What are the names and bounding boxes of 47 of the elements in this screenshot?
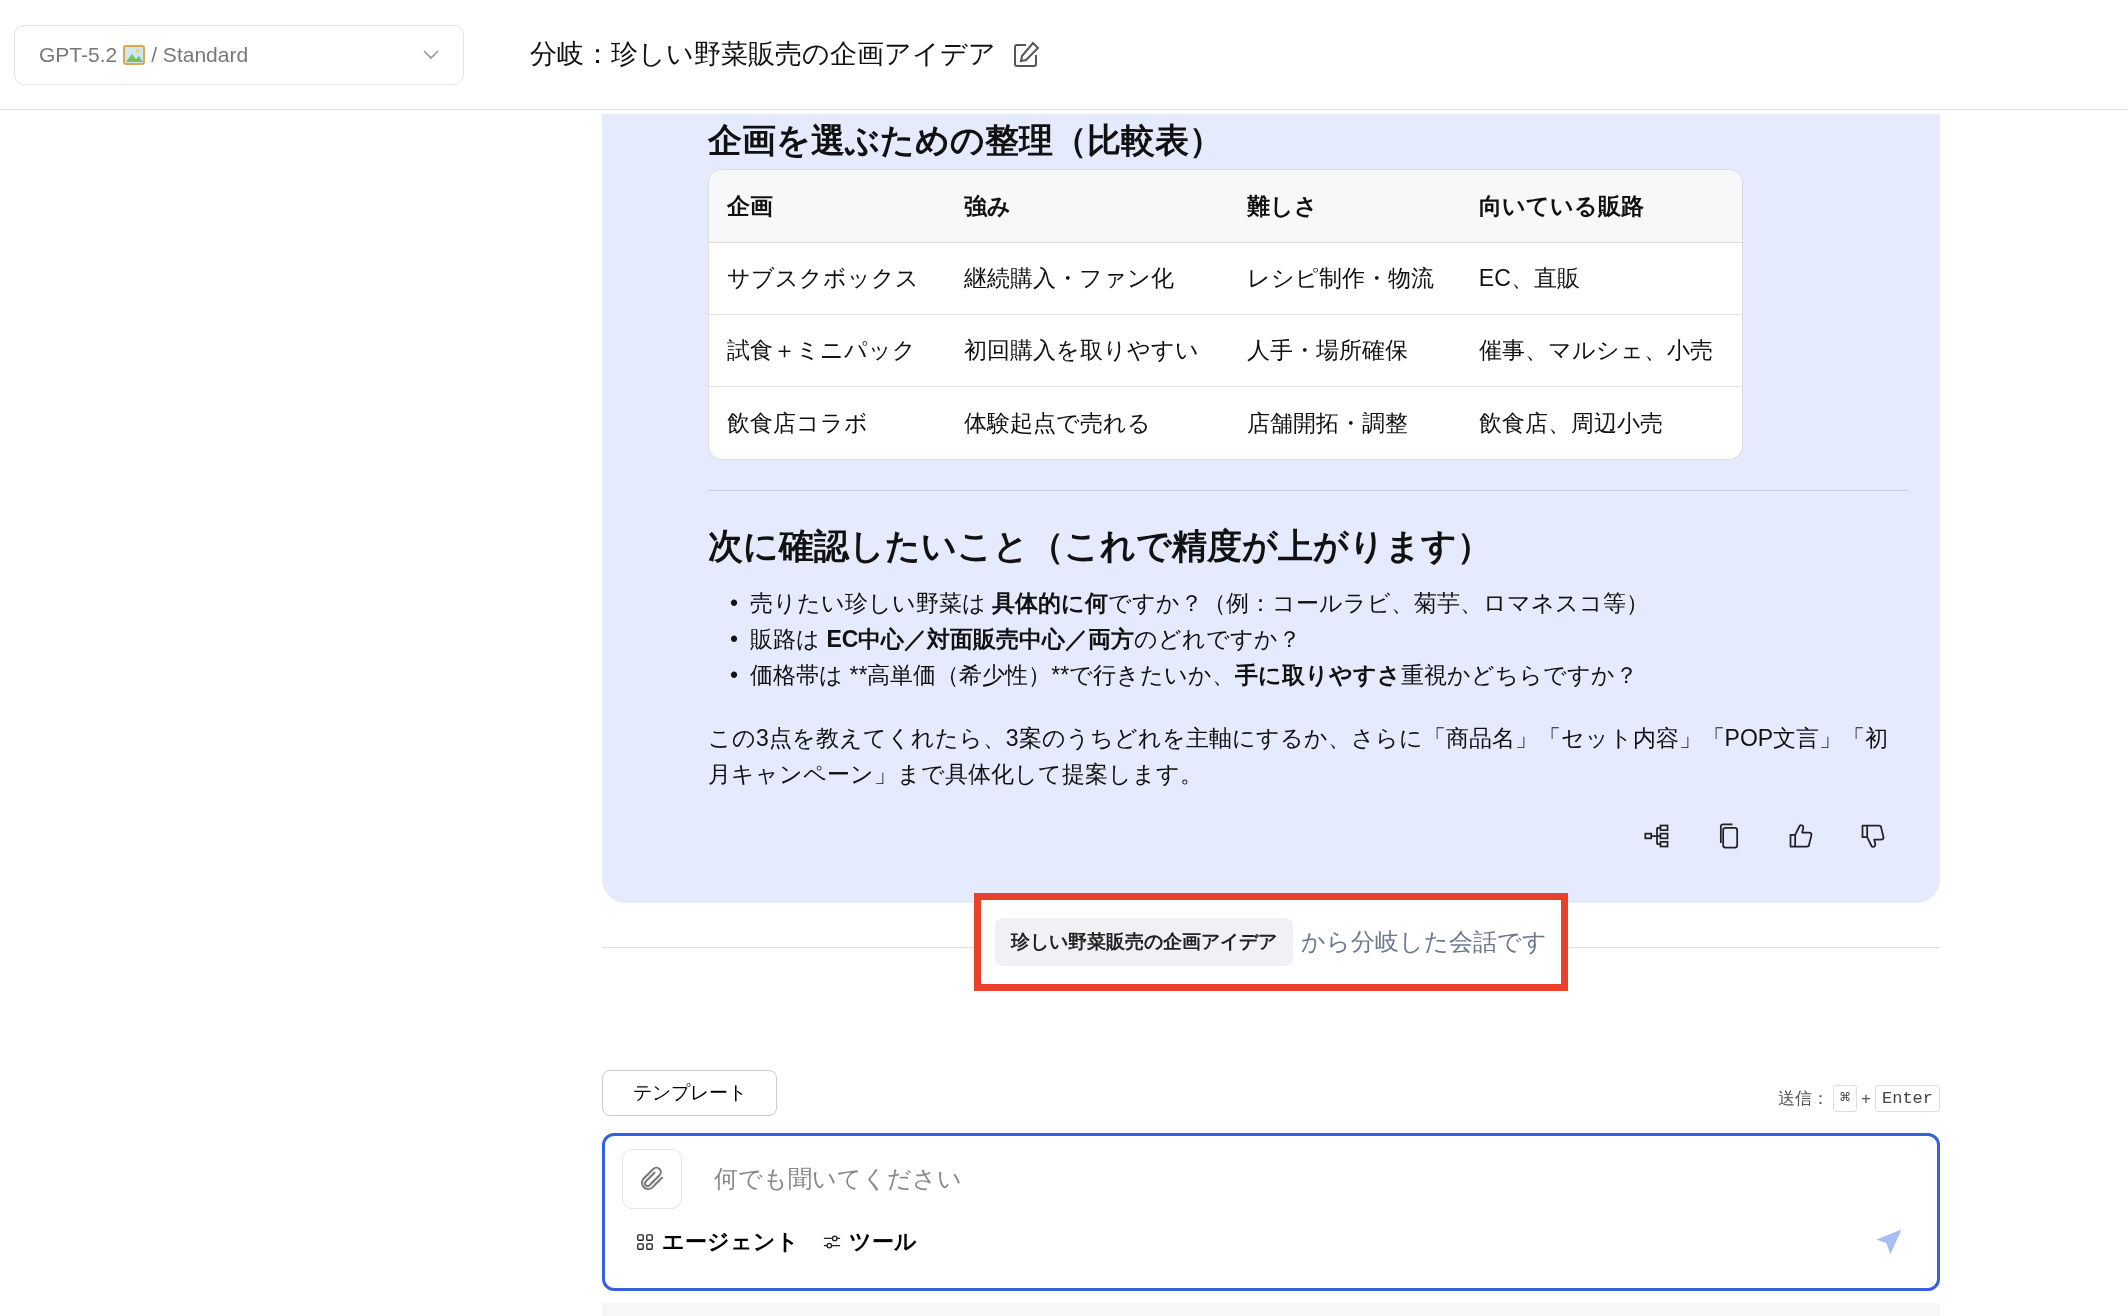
- section-heading: 次に確認したいこと（これで精度が上がります）: [708, 524, 1493, 567]
- column-header: 企画: [709, 169, 947, 243]
- table-cell: 飲食店コラボ: [709, 386, 947, 459]
- key-cap: Enter: [1875, 1084, 1940, 1112]
- key-cap: ⌘: [1832, 1084, 1858, 1112]
- model-select[interactable]: GPT-5.2 / Standard: [14, 24, 464, 85]
- message-input[interactable]: 何でも聞いてください エージェント ツール: [602, 1133, 1940, 1291]
- input-field[interactable]: 何でも聞いてください: [712, 1160, 1920, 1198]
- send-hint-label: 送信：: [1777, 1087, 1829, 1110]
- column-header: 向いている販路: [1460, 169, 1742, 243]
- bullet-text: 価格帯は **高単価（希少性）**で行きたいか、手に取りやすさ 重視かどちらですか？: [750, 660, 1639, 690]
- table-cell: 店舗開拓・調整: [1228, 386, 1461, 459]
- section-heading: 企画を選ぶための整理（比較表）: [708, 119, 1224, 161]
- chevron-down-icon: [423, 49, 439, 60]
- bullet-text: 売りたい珍しい野菜は 具体的に何ですか？（例：コールラビ、菊芋、ロマネスコ等）: [750, 588, 1650, 618]
- plus-sign: +: [1861, 1087, 1871, 1110]
- grid-icon: [636, 1232, 654, 1251]
- table-cell: EC、直販: [1460, 242, 1742, 315]
- branch-note: から分岐した会話です: [1301, 926, 1547, 957]
- model-name: GPT-5.2: [39, 41, 118, 68]
- table-cell: 試食＋ミニパック: [709, 314, 947, 387]
- table-cell: 飲食店、周辺小売: [1460, 386, 1742, 459]
- column-header: 難しさ: [1228, 169, 1461, 243]
- agent-button[interactable]: エージェント: [636, 1225, 799, 1258]
- table-cell: 催事、マルシェ、小売: [1460, 314, 1742, 387]
- sliders-icon: [823, 1232, 841, 1251]
- table-cell: サブスクボックス: [709, 242, 947, 315]
- bullet-marker: •: [730, 660, 739, 690]
- edit-icon[interactable]: [1012, 40, 1040, 69]
- picture-icon: [123, 44, 146, 65]
- source-conversation-link[interactable]: 珍しい野菜販売の企画アイデア: [995, 917, 1293, 966]
- table-cell: 人手・場所確保: [1228, 314, 1461, 387]
- bullet-text: 販路は EC中心／対面販売中心／両方のどれですか？: [750, 624, 1302, 654]
- thumbs-up-icon[interactable]: [1787, 821, 1815, 850]
- bullet-marker: •: [730, 588, 739, 618]
- message-paragraph: この3点を教えてくれたら、3案のうちどれを主軸にするか、さらに「商品名」「セット内容」「POP文言」「初月キャンペーン」まで具体化して提案します。: [708, 723, 1890, 789]
- conversation-title: 分岐：珍しい野菜販売の企画アイデア: [530, 38, 996, 72]
- table-cell: レシピ制作・物流: [1228, 242, 1461, 315]
- table-cell: 継続購入・ファン化: [946, 242, 1229, 315]
- tools-button[interactable]: ツール: [823, 1225, 917, 1258]
- table-cell: 体験起点で売れる: [946, 386, 1229, 459]
- model-mode: / Standard: [151, 41, 249, 68]
- column-header: 強み: [946, 169, 1229, 243]
- table-cell: 初回購入を取りやすい: [946, 314, 1229, 387]
- template-button[interactable]: テンプレート: [602, 1070, 777, 1116]
- bullet-marker: •: [730, 624, 739, 654]
- attach-button[interactable]: [622, 1149, 682, 1209]
